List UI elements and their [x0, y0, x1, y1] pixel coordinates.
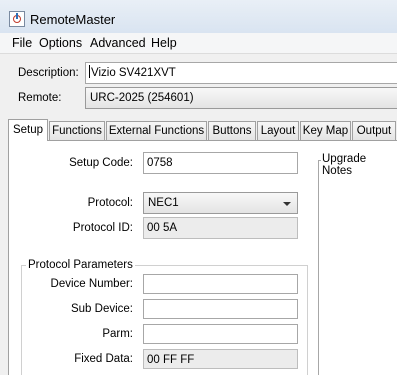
protocol-parameters-title: Protocol Parameters	[26, 259, 135, 271]
tab-output[interactable]: Output	[352, 121, 396, 141]
protocol-select[interactable]: NEC1	[143, 192, 298, 214]
fixed-data-label: Fixed Data:	[74, 353, 133, 365]
menu-options[interactable]: Options	[39, 36, 82, 50]
tab-functions[interactable]: Functions	[49, 121, 105, 141]
sub-device-label: Sub Device:	[70, 303, 133, 315]
protocol-id-field: 00 5A	[143, 217, 298, 239]
tab-external-functions[interactable]: External Functions	[106, 121, 207, 141]
java-app-icon	[9, 11, 25, 27]
tab-buttons[interactable]: Buttons	[208, 121, 256, 141]
description-label: Description:	[18, 67, 79, 79]
menu-file[interactable]: File	[12, 36, 32, 50]
description-field[interactable]: Vizio SV421XVT	[85, 62, 397, 84]
remote-value: URC-2025 (254601)	[90, 92, 194, 104]
tab-setup[interactable]: Setup	[8, 119, 48, 141]
menu-help[interactable]: Help	[151, 36, 177, 50]
upgrade-notes-title: Upgrade Notes	[321, 153, 397, 177]
protocol-label: Protocol:	[87, 197, 133, 209]
remote-select[interactable]: URC-2025 (254601)	[85, 87, 397, 109]
text-caret	[89, 65, 90, 78]
description-value: Vizio SV421XVT	[91, 67, 176, 79]
setup-code-label: Setup Code:	[69, 157, 133, 169]
tab-layout[interactable]: Layout	[257, 121, 299, 141]
protocol-value: NEC1	[148, 197, 179, 209]
parm-label: Parm:	[102, 328, 133, 340]
sub-device-field[interactable]	[143, 299, 298, 319]
parm-field[interactable]	[143, 324, 298, 344]
chevron-down-icon	[283, 202, 291, 206]
protocol-id-label: Protocol ID:	[72, 222, 133, 234]
fixed-data-field: 00 FF FF	[143, 349, 298, 369]
window-title: RemoteMaster	[30, 12, 116, 27]
device-number-label: Device Number:	[50, 278, 133, 290]
device-number-field[interactable]	[143, 274, 298, 294]
tab-key-map[interactable]: Key Map	[300, 121, 351, 141]
upgrade-notes-area[interactable]	[318, 160, 397, 375]
remote-label: Remote:	[18, 92, 62, 104]
menu-advanced[interactable]: Advanced	[90, 36, 146, 50]
setup-code-field[interactable]: 0758	[143, 152, 298, 174]
